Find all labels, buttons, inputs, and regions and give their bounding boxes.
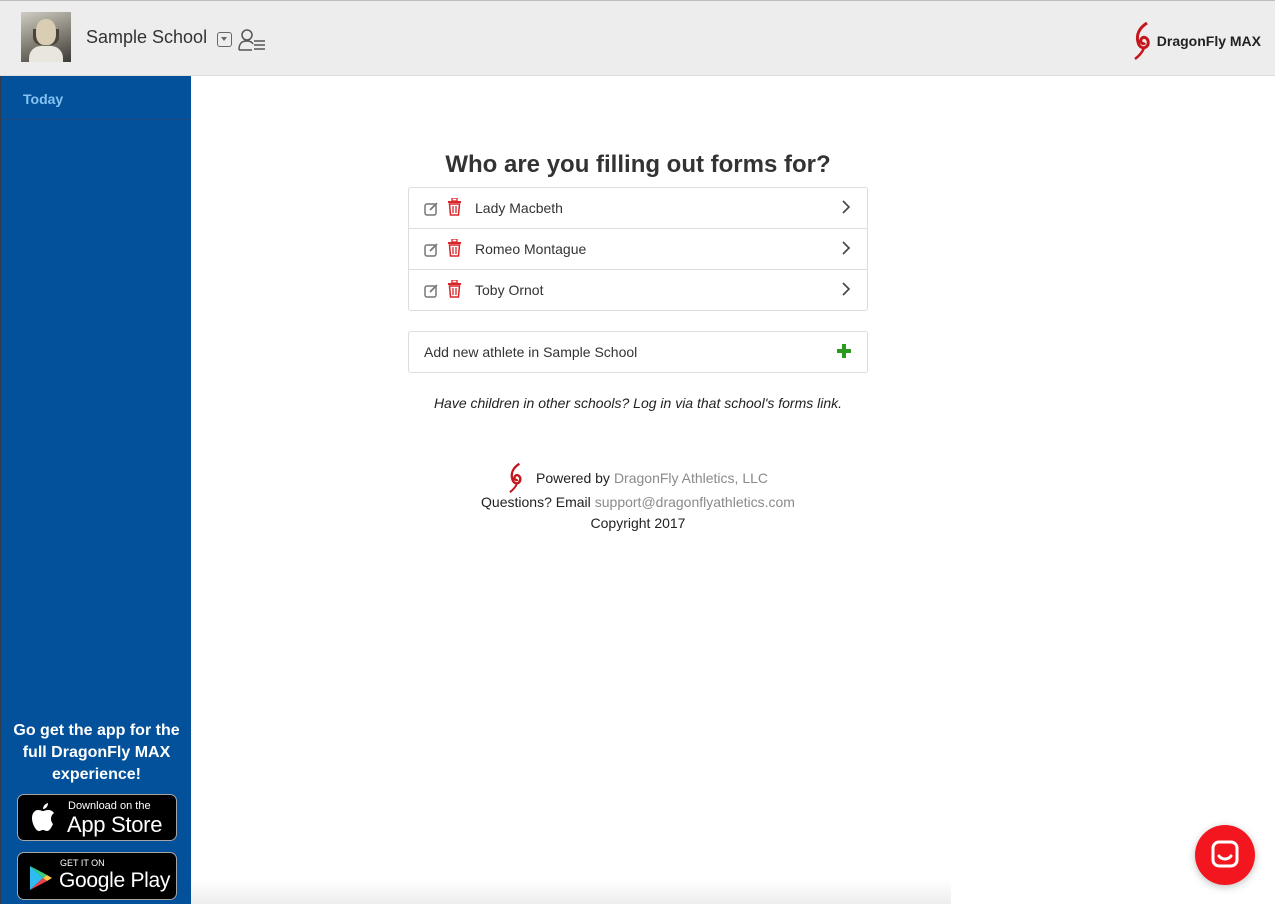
athlete-name: Toby Ornot xyxy=(475,282,544,298)
plus-icon xyxy=(837,344,851,358)
google-play-button[interactable]: GET IT ON Google Play xyxy=(17,852,177,900)
powered-prefix: Powered by xyxy=(536,470,610,486)
avatar-collar xyxy=(29,46,63,62)
athlete-row[interactable]: Lady Macbeth xyxy=(409,188,867,229)
copyright: Copyright 2017 xyxy=(590,515,686,531)
app-store-small-text: Download on the xyxy=(68,800,151,812)
edit-icon[interactable] xyxy=(424,283,439,298)
app-store-big-text: App Store xyxy=(67,812,163,837)
google-play-big-text: Google Play xyxy=(59,869,171,892)
brand: DragonFly MAX xyxy=(1133,22,1261,60)
dragonfly-logo-icon xyxy=(1134,22,1150,60)
add-athlete-button[interactable]: Add new athlete in Sample School xyxy=(408,331,868,373)
athlete-name: Romeo Montague xyxy=(475,241,587,257)
school-name[interactable]: Sample School xyxy=(86,27,207,48)
school-avatar[interactable] xyxy=(21,12,71,62)
athlete-row[interactable]: Romeo Montague xyxy=(409,229,867,270)
top-header: Sample School DragonFly MAX xyxy=(0,0,1275,76)
avatar-face xyxy=(36,19,56,45)
athlete-name: Lady Macbeth xyxy=(475,200,563,216)
trash-icon[interactable] xyxy=(447,239,462,257)
app-promo-text: Go get the app for the full DragonFly MA… xyxy=(13,722,180,783)
edit-icon[interactable] xyxy=(424,242,439,257)
chevron-right-icon xyxy=(842,241,851,255)
sidebar: Today Go get the app for the full Dragon… xyxy=(0,76,191,904)
trash-icon[interactable] xyxy=(447,198,462,216)
chat-button[interactable] xyxy=(1195,825,1255,885)
chevron-right-icon xyxy=(842,282,851,296)
sidebar-item-today[interactable]: Today xyxy=(1,76,191,120)
dragonfly-athletics-link[interactable]: DragonFly Athletics, LLC xyxy=(614,470,768,486)
google-play-icon xyxy=(30,866,52,890)
support-line: Questions? Email support@dragonflyathleti… xyxy=(408,494,868,510)
edit-icon[interactable] xyxy=(424,201,439,216)
bottom-shadow xyxy=(191,880,951,904)
apple-icon xyxy=(32,803,54,831)
page-title: Who are you filling out forms for? xyxy=(445,151,831,178)
chat-icon xyxy=(1211,840,1239,868)
brand-name: DragonFly MAX xyxy=(1156,33,1261,49)
add-athlete-label: Add new athlete in Sample School xyxy=(424,344,638,360)
google-play-small-text: GET IT ON xyxy=(60,858,105,868)
powered-by: Powered by DragonFly Athletics, LLC xyxy=(508,463,768,493)
questions-prefix: Questions? Email xyxy=(481,494,591,510)
athlete-list: Lady Macbeth Romeo Montague Toby Ornot xyxy=(408,187,868,311)
user-list-icon[interactable] xyxy=(238,28,266,52)
trash-icon[interactable] xyxy=(447,280,462,298)
athlete-row[interactable]: Toby Ornot xyxy=(409,270,867,310)
chevron-right-icon xyxy=(842,200,851,214)
dragonfly-logo-icon xyxy=(509,463,522,493)
school-dropdown-icon[interactable] xyxy=(217,32,232,47)
support-email-link[interactable]: support@dragonflyathletics.com xyxy=(595,494,795,510)
app-store-button[interactable]: Download on the App Store xyxy=(17,794,177,841)
other-schools-note: Have children in other schools? Log in v… xyxy=(433,395,843,411)
